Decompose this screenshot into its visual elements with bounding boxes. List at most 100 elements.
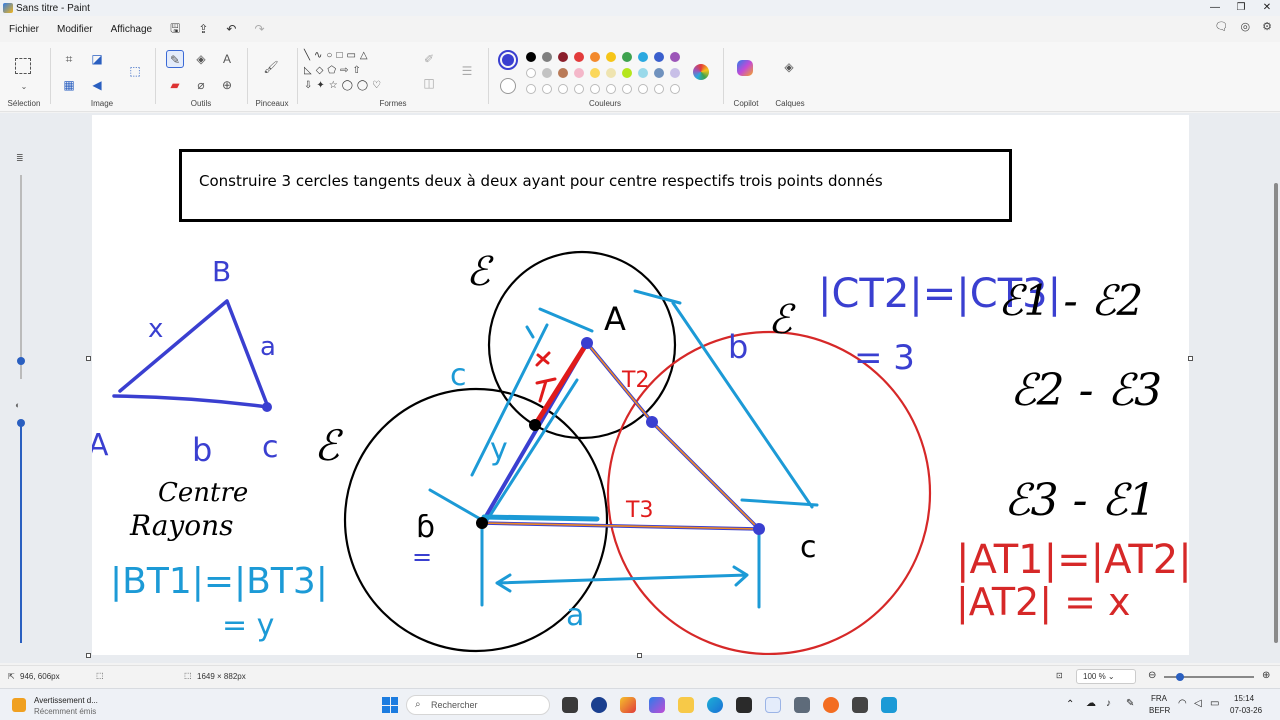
empty-color-slot[interactable] (638, 84, 648, 94)
fill-icon[interactable]: ◈ (192, 50, 210, 68)
minimize-button[interactable]: — (1202, 0, 1228, 16)
edge-icon[interactable] (707, 697, 723, 713)
microphone-icon[interactable]: ♪ (1106, 698, 1111, 709)
calculator-icon[interactable] (794, 697, 810, 713)
task-view-icon[interactable] (562, 697, 578, 713)
color-swatch[interactable] (606, 68, 616, 78)
save-icon[interactable]: 🖫 (161, 19, 189, 40)
app-icon[interactable] (852, 697, 868, 713)
copilot-taskbar-icon[interactable] (649, 697, 665, 713)
empty-color-slot[interactable] (558, 84, 568, 94)
color-swatch[interactable] (574, 52, 584, 62)
zoom-out-icon[interactable]: ⊖ (1148, 670, 1156, 681)
color-swatch[interactable] (590, 52, 600, 62)
color-swatch[interactable] (654, 52, 664, 62)
input-language[interactable]: FRA (1151, 694, 1167, 703)
text-icon[interactable]: A (218, 50, 236, 68)
primary-color-swatch[interactable] (498, 50, 518, 70)
file-explorer-icon[interactable] (678, 697, 694, 713)
empty-color-slot[interactable] (590, 84, 600, 94)
opacity-slider-track[interactable] (20, 423, 22, 643)
undo-icon[interactable]: ↶ (217, 22, 245, 36)
crop-icon[interactable]: ⌗ (60, 50, 78, 68)
empty-color-slot[interactable] (574, 84, 584, 94)
selection-icon[interactable] (15, 58, 31, 74)
color-swatch[interactable] (638, 68, 648, 78)
color-swatch[interactable] (606, 52, 616, 62)
color-swatch[interactable] (526, 52, 536, 62)
account-icon[interactable]: ◎ (1241, 20, 1251, 33)
eraser-icon[interactable]: ▰ (166, 76, 184, 94)
color-swatch[interactable] (526, 68, 536, 78)
copilot-icon[interactable] (737, 60, 753, 76)
resize-icon[interactable]: ◪ (88, 50, 106, 68)
volume-icon[interactable]: ◁ (1194, 698, 1202, 709)
color-swatch[interactable] (622, 68, 632, 78)
store-icon[interactable] (736, 697, 752, 713)
color-swatch[interactable] (654, 68, 664, 78)
edit-colors-icon[interactable] (693, 64, 709, 80)
browser-icon[interactable] (620, 697, 636, 713)
notification-item[interactable]: Avertissement d... Récemment émis (10, 693, 130, 719)
settings-icon[interactable]: ⚙ (1262, 20, 1272, 33)
feedback-icon[interactable]: 🗨 (1215, 20, 1229, 33)
hp-icon[interactable] (591, 697, 607, 713)
pen-icon[interactable]: ✎ (1126, 698, 1134, 709)
rotate-icon[interactable]: ◀ (88, 76, 106, 94)
color-swatch[interactable] (558, 68, 568, 78)
empty-color-slot[interactable] (622, 84, 632, 94)
chevron-up-icon[interactable]: ⌃ (1066, 699, 1074, 710)
brush-icon[interactable]: 🖌 (262, 58, 280, 76)
fill-style-icon[interactable]: ◫ (420, 74, 438, 92)
opacity-slider-thumb[interactable] (17, 419, 25, 427)
resize-handle-bottom[interactable] (637, 653, 642, 658)
color-swatch[interactable] (574, 68, 584, 78)
menu-edit[interactable]: Modifier (48, 24, 102, 35)
outline-icon[interactable]: ✐ (420, 50, 438, 68)
zoom-dropdown[interactable]: 100 % ⌄ (1076, 669, 1136, 684)
size-slider-thumb[interactable] (17, 357, 25, 365)
clock-date[interactable]: 07-03-26 (1230, 706, 1262, 715)
stroke-size-icon[interactable]: ☰ (458, 62, 476, 80)
color-picker-icon[interactable]: ⌀ (192, 76, 210, 94)
paint-taskbar-icon[interactable] (765, 697, 781, 713)
battery-icon[interactable]: ▭ (1210, 698, 1219, 709)
clock-time[interactable]: 15:14 (1234, 694, 1254, 703)
empty-color-slot[interactable] (542, 84, 552, 94)
empty-color-slot[interactable] (526, 84, 536, 94)
layers-icon[interactable]: ◈ (780, 58, 798, 76)
magnifier-icon[interactable]: ⊕ (218, 76, 236, 94)
empty-color-slot[interactable] (670, 84, 680, 94)
color-swatch[interactable] (558, 52, 568, 62)
image-select-icon[interactable]: ⬚ (126, 62, 144, 80)
pencil-icon[interactable]: ✎ (166, 50, 184, 68)
color-swatch[interactable] (670, 68, 680, 78)
windows-start-icon[interactable] (382, 697, 398, 713)
wifi-icon[interactable]: ◠ (1178, 698, 1187, 709)
zoom-slider-thumb[interactable] (1176, 673, 1184, 681)
notepad-icon[interactable] (881, 697, 897, 713)
menu-file[interactable]: Fichier (0, 24, 48, 35)
color-swatch[interactable] (542, 68, 552, 78)
resize-handle-left[interactable] (86, 356, 91, 361)
color-swatch[interactable] (638, 52, 648, 62)
background-remove-icon[interactable]: ▦ (60, 76, 78, 94)
resize-handle-right[interactable] (1188, 356, 1193, 361)
maximize-button[interactable]: ❐ (1228, 0, 1254, 16)
color-swatch[interactable] (542, 52, 552, 62)
color-swatch[interactable] (622, 52, 632, 62)
drawing-canvas[interactable]: Construire 3 cercles tangents deux à deu… (92, 115, 1189, 655)
empty-color-slot[interactable] (654, 84, 664, 94)
zoom-in-icon[interactable]: ⊕ (1262, 670, 1270, 681)
cloud-icon[interactable]: ☁ (1086, 698, 1096, 709)
vertical-scrollbar[interactable] (1274, 183, 1278, 643)
redo-icon[interactable]: ↷ (245, 22, 273, 36)
menu-view[interactable]: Affichage (102, 24, 162, 35)
size-slider-track[interactable] (20, 175, 22, 379)
secondary-color-swatch[interactable] (500, 78, 516, 94)
keyboard-layout[interactable]: BEFR (1149, 706, 1170, 715)
chevron-down-icon[interactable]: ⌄ (15, 78, 33, 96)
firefox-icon[interactable] (823, 697, 839, 713)
close-button[interactable]: ✕ (1254, 0, 1280, 16)
empty-color-slot[interactable] (606, 84, 616, 94)
